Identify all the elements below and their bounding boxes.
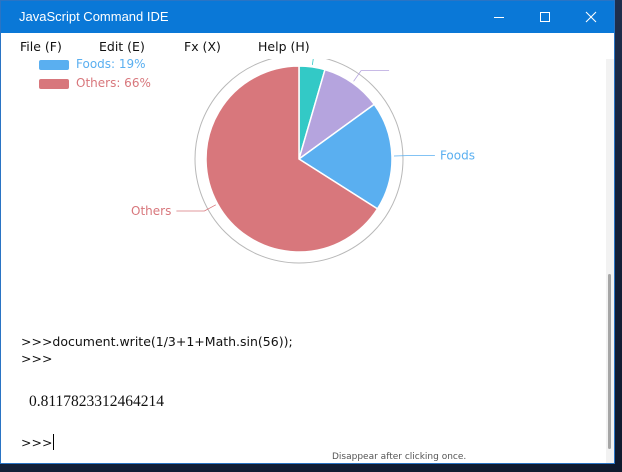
menu-fx[interactable]: Fx (X): [184, 39, 221, 54]
close-button[interactable]: [568, 1, 614, 33]
pie-leader-line-others: [176, 204, 216, 212]
console-result: 0.8117823312464214: [29, 393, 165, 410]
close-icon: [585, 11, 597, 23]
menu-help[interactable]: Help (H): [258, 39, 310, 54]
maximize-icon: [540, 12, 550, 22]
hint-text: Disappear after clicking once.: [332, 452, 467, 462]
menu-file[interactable]: File (F): [20, 39, 62, 54]
pie-label-others: Others: [131, 204, 171, 218]
menu-bar: File (F) Edit (E) Fx (X) Help (H): [1, 33, 614, 59]
menu-edit[interactable]: Edit (E): [99, 39, 145, 54]
title-bar[interactable]: JavaScript Command IDE: [1, 1, 614, 33]
console-prompt: >>>: [21, 351, 53, 366]
console-active-prompt: >>>: [21, 435, 53, 450]
console-input-line[interactable]: >>>: [21, 434, 55, 450]
pie-leader-line-1: [353, 70, 390, 82]
editor-content[interactable]: Foods: 19% Others: 66% Foods Others >>>do…: [1, 59, 606, 463]
pie-label-foods: Foods: [440, 149, 475, 163]
text-cursor: [53, 434, 55, 450]
maximize-button[interactable]: [522, 1, 568, 33]
ide-window: JavaScript Command IDE File (F) Edit (E)…: [0, 0, 615, 464]
window-title: JavaScript Command IDE: [19, 9, 169, 24]
minimize-icon: [494, 17, 504, 18]
console-command-line: >>>document.write(1/3+1+Math.sin(56));: [21, 334, 293, 349]
minimize-button[interactable]: [476, 1, 522, 33]
vertical-scrollbar[interactable]: [606, 59, 614, 463]
pie-chart: Foods Others: [131, 59, 475, 264]
scrollbar-thumb[interactable]: [608, 274, 611, 449]
